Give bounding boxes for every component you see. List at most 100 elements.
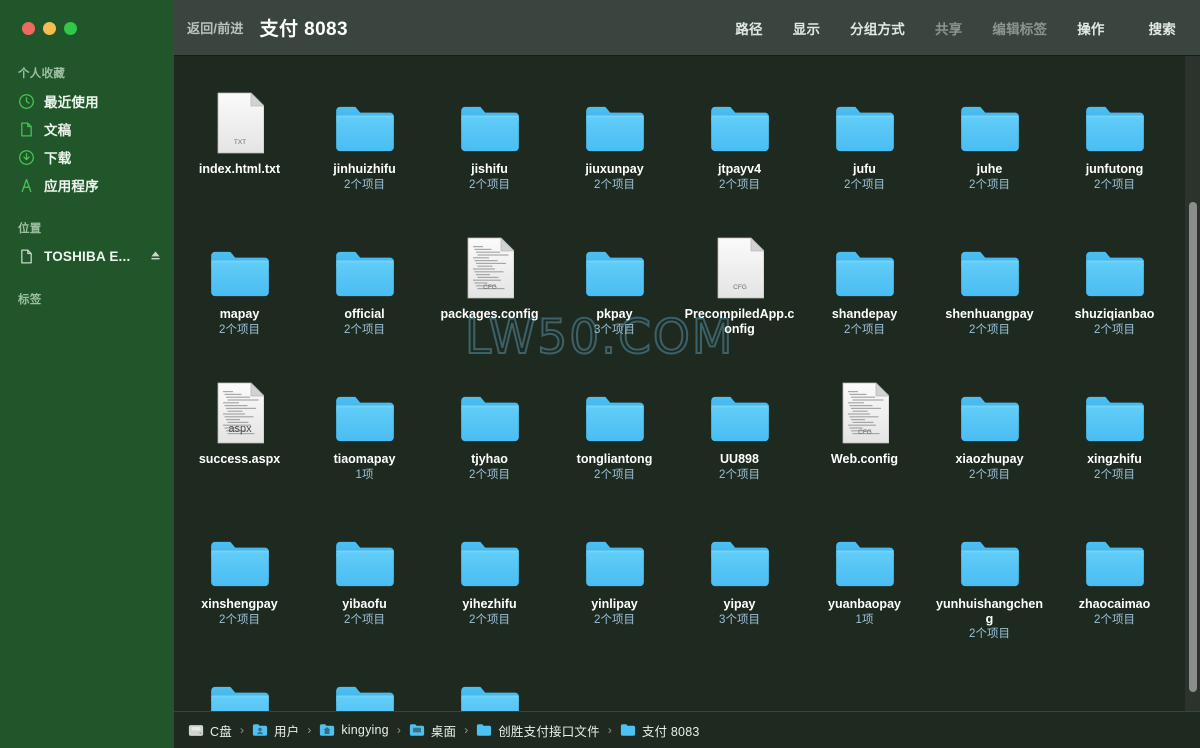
folder-item[interactable]: official 2个项目: [302, 215, 427, 360]
folder-item[interactable]: [302, 650, 427, 711]
file-grid-container[interactable]: LW50.COM TXT index.html.txt jinhuizhifu 2…: [174, 56, 1200, 711]
breadcrumb-item[interactable]: 桌面: [409, 721, 456, 740]
eject-icon[interactable]: [149, 249, 162, 262]
close-button[interactable]: [22, 22, 35, 35]
finder-window: 个人收藏 最近使用 文稿 下载 应用程序 位置 TOSHIBA E... 标签 …: [0, 0, 1200, 748]
item-count: 2个项目: [219, 613, 260, 626]
download-icon: [18, 149, 35, 166]
folder-item[interactable]: xinshengpay 2个项目: [177, 505, 302, 650]
window-title: 支付 8083: [259, 19, 348, 40]
file-item[interactable]: aspx success.aspx: [177, 360, 302, 505]
toolbar-button-path[interactable]: 路径: [735, 18, 762, 38]
folder-item[interactable]: jufu 2个项目: [802, 70, 927, 215]
folder-icon: [1084, 515, 1146, 589]
folder-item[interactable]: tongliantong 2个项目: [552, 360, 677, 505]
sidebar-item-label: TOSHIBA E...: [44, 248, 131, 264]
item-count: 2个项目: [594, 613, 635, 626]
item-name: xinshengpay: [201, 597, 278, 611]
folder-item[interactable]: yinlipay 2个项目: [552, 505, 677, 650]
svg-text:aspx: aspx: [228, 423, 252, 435]
toolbar-button-groupby[interactable]: 分组方式: [850, 18, 905, 38]
folder-item[interactable]: pkpay 3个项目: [552, 215, 677, 360]
folder-item[interactable]: juhe 2个项目: [927, 70, 1052, 215]
maximize-button[interactable]: [64, 22, 77, 35]
file-item[interactable]: CFG packages.config: [427, 215, 552, 360]
file-item[interactable]: TXT index.html.txt: [177, 70, 302, 215]
item-name: xingzhifu: [1087, 452, 1142, 466]
item-count: 2个项目: [344, 178, 385, 191]
breadcrumb-item[interactable]: 用户: [252, 721, 299, 740]
file-item[interactable]: CFG Web.config: [802, 360, 927, 505]
item-count: 3个项目: [594, 323, 635, 336]
file-icon: TXT: [216, 80, 264, 154]
folder-item[interactable]: jtpayv4 2个项目: [677, 70, 802, 215]
sidebar-section-locations: 位置 TOSHIBA E...: [0, 213, 174, 270]
search-button[interactable]: 搜索: [1149, 18, 1176, 38]
item-count: 2个项目: [969, 323, 1010, 336]
folder-item[interactable]: [177, 650, 302, 711]
folder-icon: [459, 80, 521, 154]
file-item[interactable]: CFG PrecompiledApp.config: [677, 215, 802, 360]
breadcrumb-item[interactable]: kingying: [319, 723, 389, 737]
folder-item[interactable]: shenhuangpay 2个项目: [927, 215, 1052, 360]
folder-item[interactable]: junfutong 2个项目: [1052, 70, 1177, 215]
folder-icon: [1084, 225, 1146, 299]
home-folder-icon: [319, 723, 335, 737]
path-bar: C盘 › 用户 › kingying › 桌面 › 创胜支付接口文件 › 支付 8083: [174, 711, 1200, 748]
folder-item[interactable]: shuziqianbao 2个项目: [1052, 215, 1177, 360]
file-icon: CFG: [841, 370, 889, 444]
toolbar-button-edittags[interactable]: 编辑标签: [992, 18, 1047, 38]
item-count: 1项: [855, 613, 874, 626]
folder-item[interactable]: UU898 2个项目: [677, 360, 802, 505]
folder-item[interactable]: zhaocaimao 2个项目: [1052, 505, 1177, 650]
folder-icon: [334, 80, 396, 154]
folder-item[interactable]: shandepay 2个项目: [802, 215, 927, 360]
breadcrumb-item[interactable]: C盘: [188, 721, 232, 740]
folder-icon: [620, 723, 636, 737]
folder-item[interactable]: xingzhifu 2个项目: [1052, 360, 1177, 505]
breadcrumb-label: C盘: [210, 724, 232, 739]
folder-item[interactable]: [427, 650, 552, 711]
item-name: index.html.txt: [198, 162, 281, 176]
breadcrumb-item[interactable]: 支付 8083: [620, 721, 700, 740]
folder-item[interactable]: tjyhao 2个项目: [427, 360, 552, 505]
vertical-scrollbar[interactable]: [1185, 56, 1200, 711]
file-grid: TXT index.html.txt jinhuizhifu 2个项目 jishi…: [174, 56, 1200, 711]
folder-item[interactable]: yipay 3个项目: [677, 505, 802, 650]
sidebar-item-recents[interactable]: 最近使用: [0, 87, 174, 115]
toolbar-button-share[interactable]: 共享: [935, 18, 962, 38]
minimize-button[interactable]: [43, 22, 56, 35]
folder-icon: [209, 660, 271, 711]
sidebar-section-header: 位置: [18, 223, 42, 235]
folder-item[interactable]: xiaozhupay 2个项目: [927, 360, 1052, 505]
folder-item[interactable]: jinhuizhifu 2个项目: [302, 70, 427, 215]
folder-item[interactable]: yihezhifu 2个项目: [427, 505, 552, 650]
folder-icon: [959, 515, 1021, 589]
window-controls: [0, 0, 174, 56]
item-name: packages.config: [440, 307, 539, 321]
file-icon: CFG: [466, 225, 514, 299]
folder-item[interactable]: mapay 2个项目: [177, 215, 302, 360]
folder-item[interactable]: yibaofu 2个项目: [302, 505, 427, 650]
document-icon: [18, 121, 35, 138]
breadcrumb-item[interactable]: 创胜支付接口文件: [476, 721, 600, 740]
toolbar-button-view[interactable]: 显示: [793, 18, 820, 38]
item-name: xiaozhupay: [955, 452, 1024, 466]
folder-item[interactable]: yuanbaopay 1项: [802, 505, 927, 650]
toolbar-button-action[interactable]: 操作: [1077, 18, 1104, 38]
item-name: jtpayv4: [717, 162, 762, 176]
item-count: 3个项目: [719, 613, 760, 626]
scrollbar-thumb[interactable]: [1189, 202, 1197, 692]
folder-item[interactable]: jiuxunpay 2个项目: [552, 70, 677, 215]
item-count: 2个项目: [969, 178, 1010, 191]
item-name: tongliantong: [576, 452, 653, 466]
sidebar-item-toshiba-drive[interactable]: TOSHIBA E...: [0, 242, 174, 270]
back-forward-button[interactable]: 返回/前进: [187, 18, 244, 37]
folder-item[interactable]: tiaomapay 1项: [302, 360, 427, 505]
sidebar-item-downloads[interactable]: 下载: [0, 143, 174, 171]
folder-item[interactable]: jishifu 2个项目: [427, 70, 552, 215]
folder-item[interactable]: yunhuishangcheng 2个项目: [927, 505, 1052, 650]
folder-icon: [476, 723, 492, 737]
sidebar-item-documents[interactable]: 文稿: [0, 115, 174, 143]
sidebar-item-applications[interactable]: 应用程序: [0, 171, 174, 199]
